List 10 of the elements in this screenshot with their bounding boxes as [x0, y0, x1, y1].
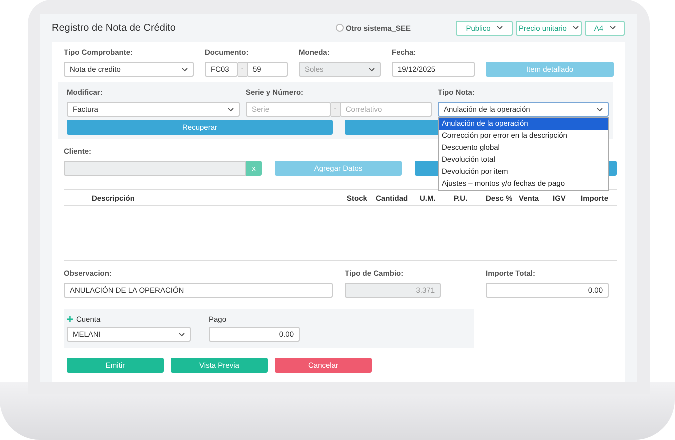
chevron-down-icon: [369, 68, 375, 72]
chevron-down-icon: [496, 26, 503, 30]
page-title: Registro de Nota de Crédito: [52, 22, 177, 34]
chevron-down-icon: [228, 108, 234, 112]
chevron-down-icon: [179, 332, 185, 336]
client-field[interactable]: [64, 161, 246, 176]
chevron-down-icon: [610, 26, 616, 30]
chevron-down-icon: [572, 26, 579, 30]
chevron-down-icon: [182, 68, 188, 72]
chevron-down-icon: [597, 108, 603, 112]
